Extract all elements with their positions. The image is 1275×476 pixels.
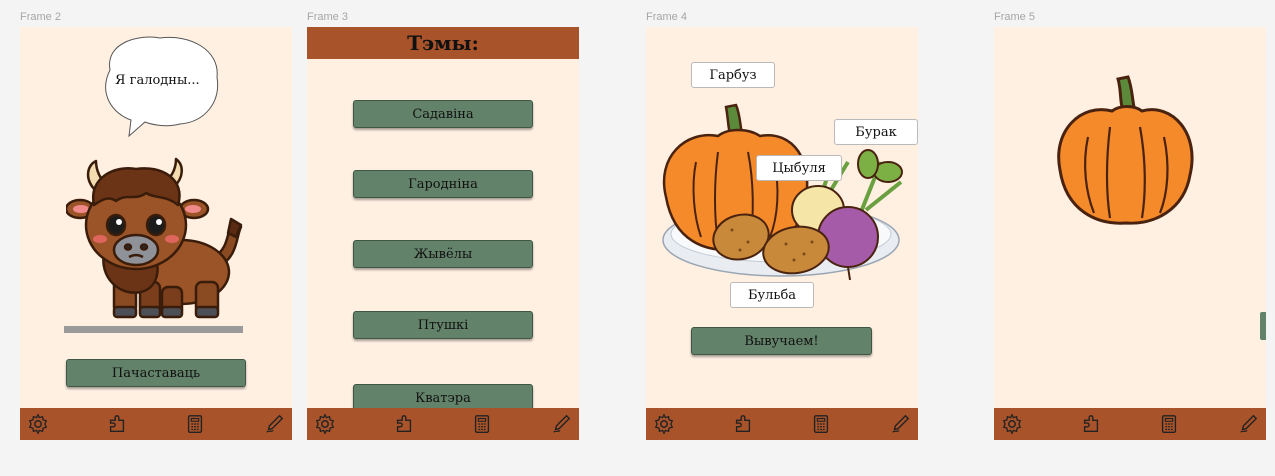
topic-button-vegetables[interactable]: Гароднiна	[353, 170, 533, 198]
offscreen-button-edge[interactable]	[1260, 312, 1266, 340]
word-card-onion[interactable]: Цыбуля	[756, 155, 842, 181]
speech-text: Я галодны...	[115, 73, 200, 88]
gear-icon[interactable]	[1000, 412, 1024, 436]
gear-icon[interactable]	[26, 412, 50, 436]
bottom-navbar	[20, 408, 292, 440]
topic-button-fruits[interactable]: Садавіна	[353, 100, 533, 128]
progress-bar	[64, 326, 243, 333]
word-card-pumpkin[interactable]: Гарбуз	[691, 62, 775, 88]
calculator-icon[interactable]	[809, 412, 833, 436]
frame-4-label: Frame 4	[646, 11, 687, 23]
word-card-potato[interactable]: Бульба	[730, 282, 814, 308]
gear-icon[interactable]	[652, 412, 676, 436]
bottom-navbar	[994, 408, 1266, 440]
puzzle-icon[interactable]	[392, 412, 416, 436]
pen-icon[interactable]	[1236, 412, 1260, 436]
topic-button-birds[interactable]: Птушкі	[353, 311, 533, 339]
puzzle-icon[interactable]	[1079, 412, 1103, 436]
pen-icon[interactable]	[262, 412, 286, 436]
frame-4: Гарбуз Бурак Цыбуля Бульба Вывучаем!	[646, 27, 918, 440]
calculator-icon[interactable]	[183, 412, 207, 436]
pen-icon[interactable]	[549, 412, 573, 436]
gear-icon[interactable]	[313, 412, 337, 436]
frame-5	[994, 27, 1266, 440]
bottom-navbar	[646, 408, 918, 440]
frame-3-label: Frame 3	[307, 11, 348, 23]
calculator-icon[interactable]	[1157, 412, 1181, 436]
bison-illustration	[66, 157, 243, 319]
learn-button[interactable]: Вывучаем!	[691, 327, 872, 355]
word-card-beet[interactable]: Бурак	[834, 119, 918, 145]
pen-icon[interactable]	[888, 412, 912, 436]
topics-header: Тэмы:	[307, 27, 579, 59]
frame-2: Я галодны... Пачаставаць	[20, 27, 292, 440]
frame-3: Тэмы: Садавіна Гароднiна Жывёлы Птушкі К…	[307, 27, 579, 440]
bottom-navbar	[307, 408, 579, 440]
topic-button-animals[interactable]: Жывёлы	[353, 240, 533, 268]
calculator-icon[interactable]	[470, 412, 494, 436]
puzzle-icon[interactable]	[105, 412, 129, 436]
puzzle-icon[interactable]	[731, 412, 755, 436]
start-button[interactable]: Пачаставаць	[66, 359, 246, 387]
frame-5-label: Frame 5	[994, 11, 1035, 23]
pumpkin-illustration	[1057, 75, 1194, 225]
frame-2-label: Frame 2	[20, 11, 61, 23]
